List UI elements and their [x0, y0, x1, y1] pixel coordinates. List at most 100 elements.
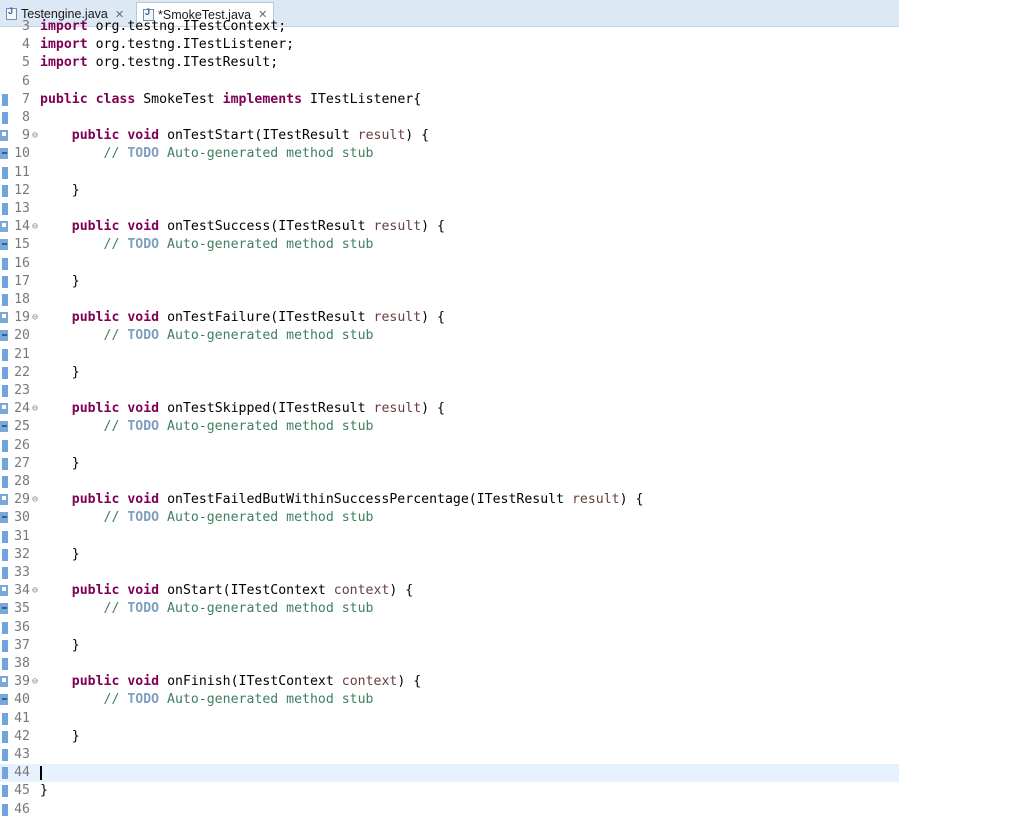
- comment-token: TODO: [127, 510, 160, 526]
- fold-toggle-icon[interactable]: ⊖: [32, 309, 38, 327]
- code-token: ITestListener{: [302, 91, 422, 107]
- code-line[interactable]: 3 import org.testng.ITestContext;: [0, 18, 899, 36]
- code-line[interactable]: 7 public class SmokeTest implements ITest…: [0, 91, 899, 109]
- comment-token: Auto-generated method stub: [159, 601, 374, 617]
- code-line[interactable]: 25 // TODO Auto-generated method stub: [0, 418, 899, 436]
- line-number: 9: [22, 128, 30, 144]
- code-line[interactable]: 36: [0, 619, 899, 637]
- code-line[interactable]: 29 ⊖ public void onTestFailedButWithinSuc…: [0, 491, 899, 509]
- code-line[interactable]: 30 // TODO Auto-generated method stub: [0, 509, 899, 527]
- keyword-token: public: [71, 219, 120, 235]
- code-line[interactable]: 28: [0, 473, 899, 491]
- code-line[interactable]: 17 }: [0, 273, 899, 291]
- keyword-token: void: [127, 128, 160, 144]
- comment-token: TODO: [127, 419, 160, 435]
- code-text: }: [40, 637, 80, 655]
- code-line[interactable]: 42 }: [0, 728, 899, 746]
- code-line[interactable]: 39 ⊖ public void onFinish(ITestContext co…: [0, 673, 899, 691]
- code-editor[interactable]: 3 import org.testng.ITestContext; 4 import …: [0, 19, 899, 817]
- code-line[interactable]: 4 import org.testng.ITestListener;: [0, 36, 899, 54]
- fold-toggle-icon[interactable]: ⊖: [32, 491, 38, 509]
- code-line[interactable]: 32 }: [0, 546, 899, 564]
- code-token: org.testng.ITestListener;: [87, 37, 295, 53]
- code-token: onTestFailure(ITestResult: [159, 310, 374, 326]
- code-token: ) {: [389, 583, 414, 599]
- code-line[interactable]: 40 // TODO Auto-generated method stub: [0, 691, 899, 709]
- keyword-token: public: [71, 128, 120, 144]
- line-number: 8: [22, 110, 30, 125]
- code-line[interactable]: 24 ⊖ public void onTestSkipped(ITestResul…: [0, 400, 899, 418]
- code-text: public void onFinish(ITestContext contex…: [40, 673, 421, 691]
- line-number: 15: [14, 237, 30, 253]
- line-number: 22: [14, 364, 30, 380]
- line-number: 39: [14, 674, 30, 690]
- code-token: }: [40, 637, 80, 653]
- comment-token: //: [40, 510, 128, 526]
- code-line[interactable]: 20 // TODO Auto-generated method stub: [0, 327, 899, 345]
- code-line[interactable]: 27 }: [0, 455, 899, 473]
- code-token: }: [40, 783, 48, 799]
- code-token: onStart(ITestContext: [159, 583, 334, 599]
- code-token: ) {: [421, 219, 445, 235]
- code-line[interactable]: 16: [0, 255, 899, 273]
- code-line[interactable]: 10 // TODO Auto-generated method stub: [0, 145, 899, 163]
- code-line[interactable]: 43: [0, 746, 899, 764]
- line-number: 16: [14, 255, 30, 271]
- comment-token: Auto-generated method stub: [159, 146, 374, 162]
- line-number: 18: [14, 292, 30, 307]
- fold-toggle-icon[interactable]: ⊖: [32, 218, 38, 236]
- comment-token: TODO: [127, 692, 160, 708]
- code-line[interactable]: 34 ⊖ public void onStart(ITestContext con…: [0, 582, 899, 600]
- code-line[interactable]: 8: [0, 109, 899, 127]
- code-token: }: [40, 546, 80, 562]
- line-number: 32: [14, 546, 30, 562]
- code-text: public class SmokeTest implements ITestL…: [40, 91, 421, 109]
- code-line[interactable]: 38: [0, 655, 899, 673]
- code-text: public void onTestStart(ITestResult resu…: [40, 127, 429, 145]
- code-line[interactable]: 31: [0, 528, 899, 546]
- comment-token: //: [40, 419, 128, 435]
- code-line[interactable]: 15 // TODO Auto-generated method stub: [0, 236, 899, 254]
- code-token: SmokeTest: [135, 91, 223, 107]
- code-line[interactable]: 45}: [0, 782, 899, 800]
- keyword-token: public: [71, 310, 120, 326]
- code-line[interactable]: 11: [0, 164, 899, 182]
- code-text: // TODO Auto-generated method stub: [40, 600, 374, 618]
- code-line[interactable]: 6: [0, 73, 899, 91]
- fold-toggle-icon[interactable]: ⊖: [32, 127, 38, 145]
- parameter-token: result: [357, 128, 406, 144]
- code-line[interactable]: 44: [0, 764, 899, 783]
- keyword-token: class: [95, 91, 136, 107]
- code-line[interactable]: 46: [0, 801, 899, 819]
- fold-toggle-icon[interactable]: ⊖: [32, 673, 38, 691]
- fold-toggle-icon[interactable]: ⊖: [32, 400, 38, 418]
- code-line[interactable]: 9 ⊖ public void onTestStart(ITestResult r…: [0, 127, 899, 145]
- code-line[interactable]: 41: [0, 710, 899, 728]
- code-text: import org.testng.ITestResult;: [40, 54, 278, 72]
- code-line[interactable]: 37 }: [0, 637, 899, 655]
- code-line[interactable]: 12 }: [0, 182, 899, 200]
- code-line[interactable]: 23: [0, 382, 899, 400]
- code-line[interactable]: 35 // TODO Auto-generated method stub: [0, 600, 899, 618]
- comment-token: Auto-generated method stub: [159, 510, 374, 526]
- code-text: // TODO Auto-generated method stub: [40, 236, 374, 254]
- code-line[interactable]: 19 ⊖ public void onTestFailure(ITestResul…: [0, 309, 899, 327]
- code-line[interactable]: 14 ⊖ public void onTestSuccess(ITestResul…: [0, 218, 899, 236]
- fold-toggle-icon[interactable]: ⊖: [32, 582, 38, 600]
- line-number: 12: [14, 182, 30, 198]
- code-line[interactable]: 5 import org.testng.ITestResult;: [0, 54, 899, 72]
- code-line[interactable]: 18: [0, 291, 899, 309]
- code-line[interactable]: 21: [0, 346, 899, 364]
- line-number: 4: [22, 37, 30, 53]
- code-line[interactable]: 33: [0, 564, 899, 582]
- code-line[interactable]: 13: [0, 200, 899, 218]
- keyword-token: public: [71, 674, 120, 690]
- code-line[interactable]: 22 }: [0, 364, 899, 382]
- line-number: 31: [14, 528, 30, 544]
- code-line[interactable]: 26: [0, 437, 899, 455]
- keyword-token: public: [71, 401, 120, 417]
